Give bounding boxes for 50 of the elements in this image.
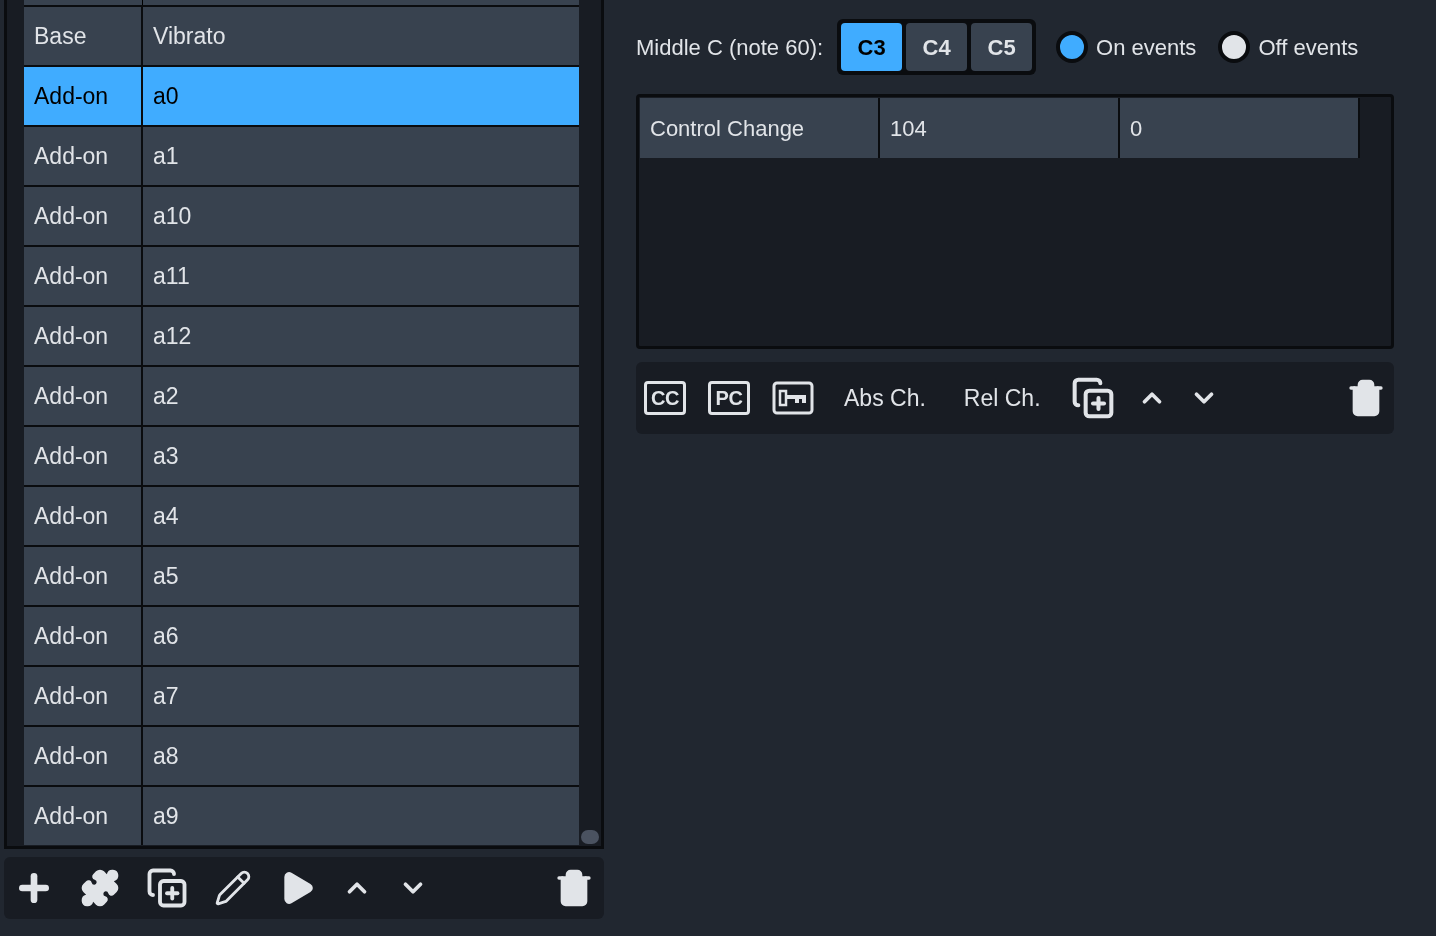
radio-label: On events <box>1096 33 1197 62</box>
scrollbar-thumb[interactable] <box>581 830 599 844</box>
table-cell: 0 <box>1120 98 1360 158</box>
list-row[interactable]: Add-on a12 <box>24 305 579 365</box>
event-type-button[interactable]: CC <box>644 381 686 415</box>
channel-button[interactable]: Rel Ch. <box>955 380 1049 416</box>
row-name-cell-text: a2 <box>152 381 180 411</box>
row-name-cell-text: Vibrato <box>152 21 227 51</box>
octave-button[interactable]: C4 <box>906 23 968 71</box>
row-name-cell-text: a8 <box>152 741 180 771</box>
table-cell: 104 <box>880 98 1120 158</box>
row-name-cell-text: a0 <box>152 81 180 111</box>
list-row[interactable]: Add-on a3 <box>24 425 579 485</box>
row-name-cell-text: a11 <box>152 261 191 291</box>
radio-label: Off events <box>1258 33 1359 62</box>
middle-c-label: Middle C (note 60): <box>636 33 824 62</box>
pencil-icon[interactable] <box>214 869 252 907</box>
row-name-cell-text: a12 <box>152 321 193 351</box>
channel-button[interactable]: Abs Ch. <box>836 380 934 416</box>
radio-button[interactable] <box>1056 31 1089 63</box>
list-row[interactable]: Add-on a0 <box>24 65 579 125</box>
octave-button[interactable]: C3 <box>841 23 903 71</box>
table-cell: Control Change <box>640 98 880 158</box>
row-type-cell: Add-on <box>24 787 143 845</box>
duplicate-icon[interactable] <box>1070 376 1115 420</box>
row-name-cell-text: a10 <box>152 201 193 231</box>
list-row[interactable]: Add-on a7 <box>24 665 579 725</box>
row-name-cell-text: a3 <box>152 441 180 471</box>
row-name-cell-text: a5 <box>152 561 180 591</box>
octave-button[interactable]: C5 <box>971 23 1033 71</box>
list-row[interactable]: Add-on a6 <box>24 605 579 665</box>
list-row[interactable]: Base Vibrato <box>24 5 579 65</box>
list-row[interactable]: Add-on a9 <box>24 785 579 845</box>
key-icon <box>772 381 814 415</box>
list-row[interactable]: Add-on a2 <box>24 365 579 425</box>
list-row[interactable]: Add-on a11 <box>24 245 579 305</box>
row-name-cell-text: a4 <box>152 501 180 531</box>
note-button[interactable] <box>772 381 814 415</box>
row-name-cell-text: a6 <box>152 621 180 651</box>
row-name-cell-text: a9 <box>152 801 180 831</box>
list-row[interactable]: Add-on a5 <box>24 545 579 605</box>
radio-button[interactable] <box>1218 31 1251 63</box>
list-row[interactable]: Add-on a4 <box>24 485 579 545</box>
list-row[interactable]: Add-on a1 <box>24 125 579 185</box>
duplicate-icon[interactable] <box>146 867 188 909</box>
event-type-button[interactable]: PC <box>708 381 750 415</box>
row-name-cell-text: a7 <box>152 681 180 711</box>
list-row[interactable]: Add-on a8 <box>24 725 579 785</box>
row-name-cell-text: a1 <box>152 141 180 171</box>
list-row[interactable]: Add-on a10 <box>24 185 579 245</box>
